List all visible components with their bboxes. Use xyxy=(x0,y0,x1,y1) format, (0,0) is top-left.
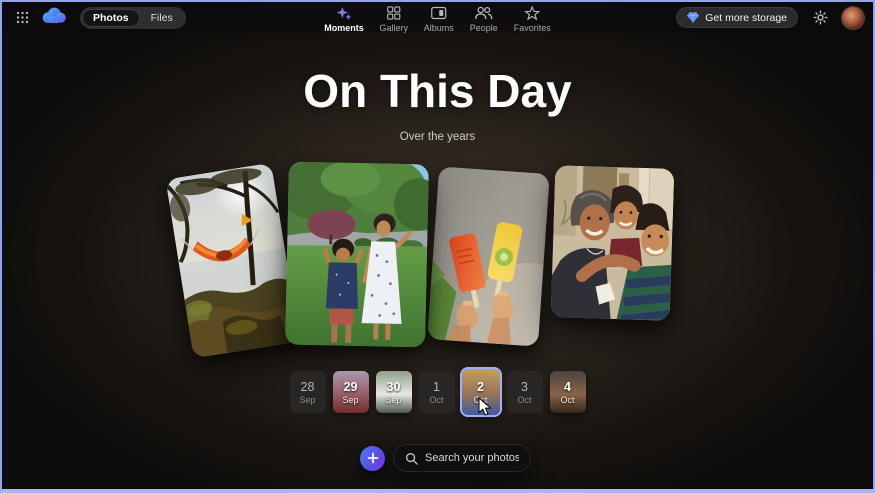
view-toggle: Photos Files xyxy=(80,7,186,29)
nav-tab-people[interactable]: People xyxy=(469,6,499,33)
top-bar: Photos Files Moments Gallery xyxy=(2,2,873,33)
date-tile-day: 28 xyxy=(301,380,315,394)
date-tile-month: Oct xyxy=(429,395,443,405)
date-tile-1-oct[interactable]: 1Oct xyxy=(419,371,455,413)
gear-icon xyxy=(813,10,828,25)
plus-icon xyxy=(367,452,379,464)
photo-hammock-image xyxy=(166,163,300,359)
photo-popsicles-image xyxy=(427,166,550,346)
nav-label: People xyxy=(470,23,498,33)
nav-label: Moments xyxy=(324,23,364,33)
onedrive-cloud-icon xyxy=(40,6,67,24)
date-tile-3-oct[interactable]: 3Oct xyxy=(507,371,543,413)
photo-kids-image xyxy=(285,162,429,348)
date-tile-day: 29 xyxy=(344,380,358,394)
date-tile-4-oct[interactable]: 4Oct xyxy=(550,371,586,413)
date-tile-day: 4 xyxy=(564,380,571,394)
date-tile-day: 2 xyxy=(477,380,484,394)
get-more-storage-button[interactable]: Get more storage xyxy=(676,7,798,28)
nav-label: Favorites xyxy=(514,23,551,33)
date-tile-2-oct[interactable]: 2Oct xyxy=(462,369,500,415)
topbar-left: Photos Files xyxy=(2,6,186,29)
photo-card-family-selfie[interactable] xyxy=(551,165,675,321)
date-tile-29-sep[interactable]: 29Sep xyxy=(333,371,369,413)
primary-nav: Moments Gallery Albums xyxy=(324,6,551,33)
gem-icon xyxy=(687,12,699,23)
search-bar xyxy=(8,444,875,472)
page-subtitle: Over the years xyxy=(0,131,875,143)
album-icon xyxy=(431,6,447,20)
onedrive-logo[interactable] xyxy=(40,6,67,29)
photo-family-image xyxy=(551,165,675,321)
photo-card-hammock-at-sunset[interactable] xyxy=(166,163,300,359)
storage-button-label: Get more storage xyxy=(705,12,787,24)
search-input[interactable] xyxy=(425,452,519,464)
date-tile-month: Sep xyxy=(385,395,401,405)
star-icon xyxy=(525,6,540,20)
date-strip: 28Sep29Sep30Sep1Oct2Oct3Oct4Oct xyxy=(0,368,875,416)
photo-card-kids-in-park[interactable] xyxy=(285,162,429,348)
onedrive-photos-app: Photos Files Moments Gallery xyxy=(0,0,875,493)
search-pill xyxy=(393,444,531,472)
date-tile-month: Sep xyxy=(342,395,358,405)
sparkle-icon xyxy=(337,6,352,20)
photos-toggle-button[interactable]: Photos xyxy=(82,9,140,27)
add-button[interactable] xyxy=(360,446,385,471)
topbar-right: Get more storage xyxy=(676,7,873,29)
grid-icon xyxy=(387,6,401,20)
date-tile-month: Sep xyxy=(299,395,315,405)
nav-tab-gallery[interactable]: Gallery xyxy=(379,6,409,33)
app-launcher-button[interactable] xyxy=(13,9,31,27)
waffle-icon xyxy=(16,11,29,24)
date-tile-month: Oct xyxy=(560,395,574,405)
date-tile-month: Oct xyxy=(473,395,487,405)
people-icon xyxy=(475,6,493,20)
date-tile-28-sep[interactable]: 28Sep xyxy=(290,371,326,413)
nav-label: Gallery xyxy=(379,23,408,33)
nav-tab-moments[interactable]: Moments xyxy=(324,6,364,33)
account-avatar[interactable] xyxy=(842,7,864,29)
nav-tab-albums[interactable]: Albums xyxy=(424,6,454,33)
date-tile-day: 3 xyxy=(521,380,528,394)
date-tile-day: 1 xyxy=(433,380,440,394)
page-title: On This Day xyxy=(0,64,875,118)
date-tile-month: Oct xyxy=(517,395,531,405)
hero: On This Day Over the years xyxy=(0,64,875,143)
photo-card-popsicles[interactable] xyxy=(427,166,550,346)
nav-tab-favorites[interactable]: Favorites xyxy=(514,6,551,33)
date-tile-30-sep[interactable]: 30Sep xyxy=(376,371,412,413)
nav-label: Albums xyxy=(424,23,454,33)
date-tile-day: 30 xyxy=(387,380,401,394)
files-toggle-button[interactable]: Files xyxy=(140,9,184,27)
search-icon xyxy=(405,452,418,465)
settings-button[interactable] xyxy=(811,9,829,27)
